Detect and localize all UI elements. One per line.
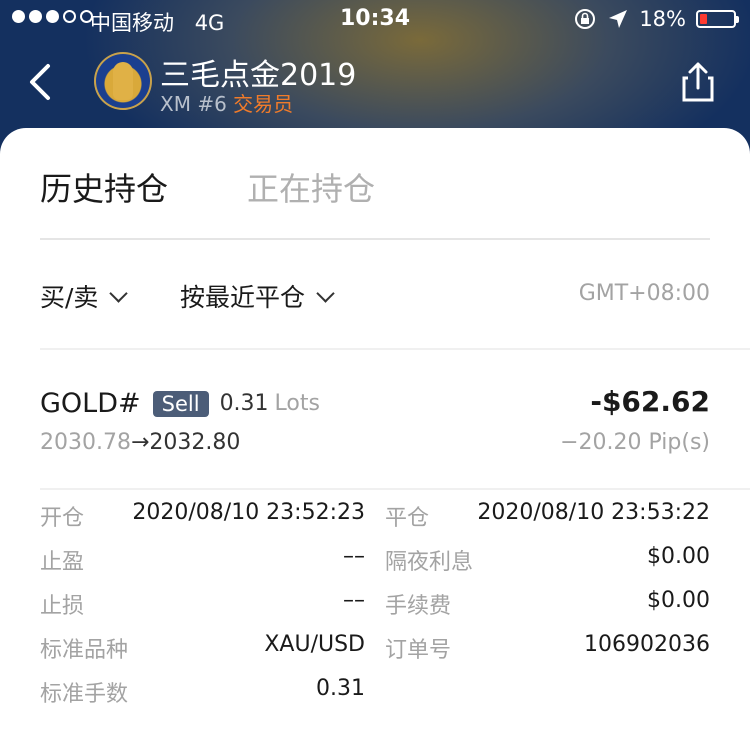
back-arrow-icon[interactable] — [22, 58, 62, 106]
instrument-value: XAU/USD — [264, 632, 365, 657]
open-time-value: 2020/08/10 23:52:23 — [132, 500, 365, 525]
close-price: 2032.80 — [149, 430, 241, 455]
order-number-value: 106902036 — [584, 632, 710, 657]
detail-row: 止损 –– 手续费 $0.00 — [40, 588, 710, 632]
divider — [40, 348, 750, 350]
chevron-down-icon — [109, 283, 129, 303]
close-time-label: 平仓 — [385, 506, 430, 531]
filter-buy-sell[interactable]: 买/卖 — [40, 278, 129, 314]
open-time-label: 开仓 — [40, 506, 85, 531]
chevron-down-icon — [316, 283, 335, 303]
lots-unit: Lots — [274, 391, 320, 416]
detail-row: 标准品种 XAU/USD 订单号 106902036 — [40, 632, 710, 676]
stop-loss-label: 止损 — [40, 594, 85, 619]
take-profit-value: –– — [343, 544, 365, 569]
lots: 0.31 Lots — [220, 391, 320, 416]
avatar[interactable] — [94, 52, 152, 110]
price-arrow: → — [130, 430, 150, 455]
filter-buy-sell-label: 买/卖 — [40, 283, 99, 312]
tab-open-positions[interactable]: 正在持仓 — [247, 164, 375, 210]
share-icon[interactable] — [680, 60, 716, 104]
commission-label: 手续费 — [385, 594, 452, 619]
profit-loss: -$62.62 — [590, 385, 710, 418]
divider — [40, 238, 710, 240]
take-profit-label: 止盈 — [40, 550, 85, 575]
standard-lots-label: 标准手数 — [40, 682, 129, 707]
rotation-lock-icon — [575, 9, 596, 29]
detail-row: 止盈 –– 隔夜利息 $0.00 — [40, 544, 710, 588]
tab-history[interactable]: 历史持仓 — [40, 164, 168, 210]
status-bar: 中国移动 4G 10:34 18% — [0, 0, 750, 42]
side-badge: Sell — [152, 390, 209, 417]
commission-value: $0.00 — [647, 588, 710, 613]
battery-icon — [696, 10, 739, 28]
lots-value: 0.31 — [219, 391, 269, 416]
open-price: 2030.78 — [40, 430, 131, 455]
battery-percent: 18% — [639, 7, 686, 31]
detail-row: 开仓 2020/08/10 23:52:23 平仓 2020/08/10 23:… — [40, 500, 710, 544]
account-id: XM #6 — [160, 92, 227, 116]
divider — [40, 488, 750, 490]
trader-subtitle: XM #6 交易员 — [160, 88, 293, 117]
standard-lots-value: 0.31 — [316, 676, 365, 701]
close-time-value: 2020/08/10 23:53:22 — [477, 500, 710, 525]
location-arrow-icon — [609, 10, 628, 28]
pips: −20.20 Pip(s) — [560, 430, 710, 455]
instrument-label: 标准品种 — [40, 638, 129, 663]
filter-sort[interactable]: 按最近平仓 — [180, 278, 335, 314]
order-number-label: 订单号 — [385, 638, 452, 663]
price-range: 2030.78→2032.80 — [40, 430, 240, 455]
swap-value: $0.00 — [647, 544, 710, 569]
role-label: 交易员 — [233, 92, 294, 116]
swap-label: 隔夜利息 — [385, 550, 474, 575]
content-card: 历史持仓 正在持仓 买/卖 按最近平仓 GMT+08:00 GOLD# Sell… — [0, 128, 750, 733]
timezone-label: GMT+08:00 — [578, 281, 710, 306]
filter-sort-label: 按最近平仓 — [180, 283, 306, 312]
detail-row: 标准手数 0.31 — [40, 676, 710, 720]
position-header: GOLD# Sell 0.31 Lots — [40, 388, 320, 419]
stop-loss-value: –– — [343, 588, 365, 613]
symbol: GOLD# — [40, 388, 141, 419]
